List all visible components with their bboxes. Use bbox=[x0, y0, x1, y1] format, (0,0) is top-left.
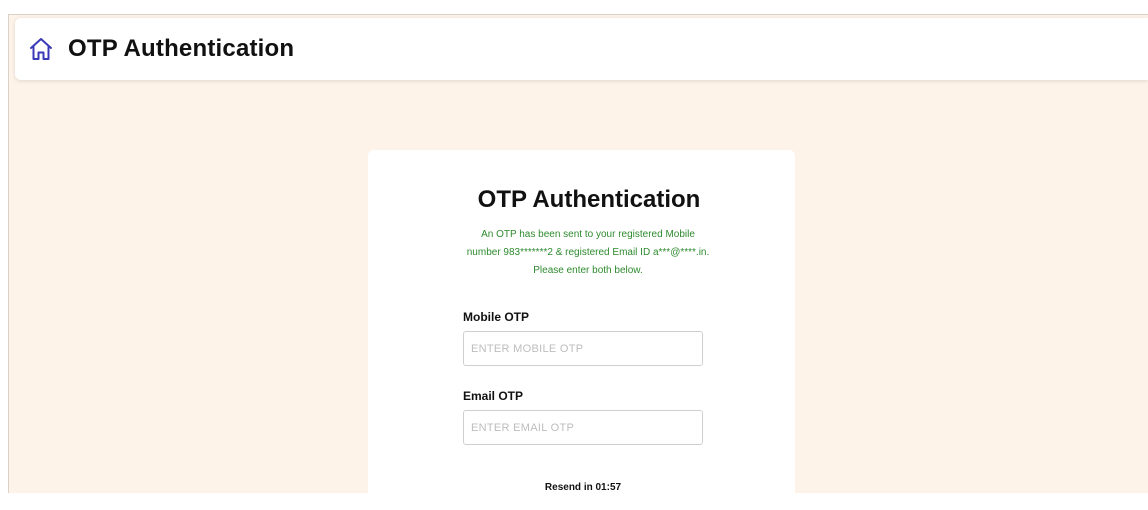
header-bar: OTP Authentication bbox=[15, 18, 1148, 80]
otp-card: OTP Authentication An OTP has been sent … bbox=[368, 150, 795, 510]
otp-sent-message: An OTP has been sent to your registered … bbox=[466, 229, 710, 276]
email-otp-input[interactable] bbox=[463, 410, 703, 445]
mobile-otp-input[interactable] bbox=[463, 331, 703, 366]
email-otp-label: Email OTP bbox=[463, 389, 524, 403]
mobile-otp-label: Mobile OTP bbox=[463, 310, 529, 324]
page-title: OTP Authentication bbox=[68, 35, 295, 62]
resend-timer: Resend in 01:57 bbox=[544, 482, 622, 493]
home-icon[interactable] bbox=[28, 36, 54, 62]
card-title: OTP Authentication bbox=[369, 186, 809, 214]
card-title-text: OTP Authentication bbox=[477, 186, 701, 213]
